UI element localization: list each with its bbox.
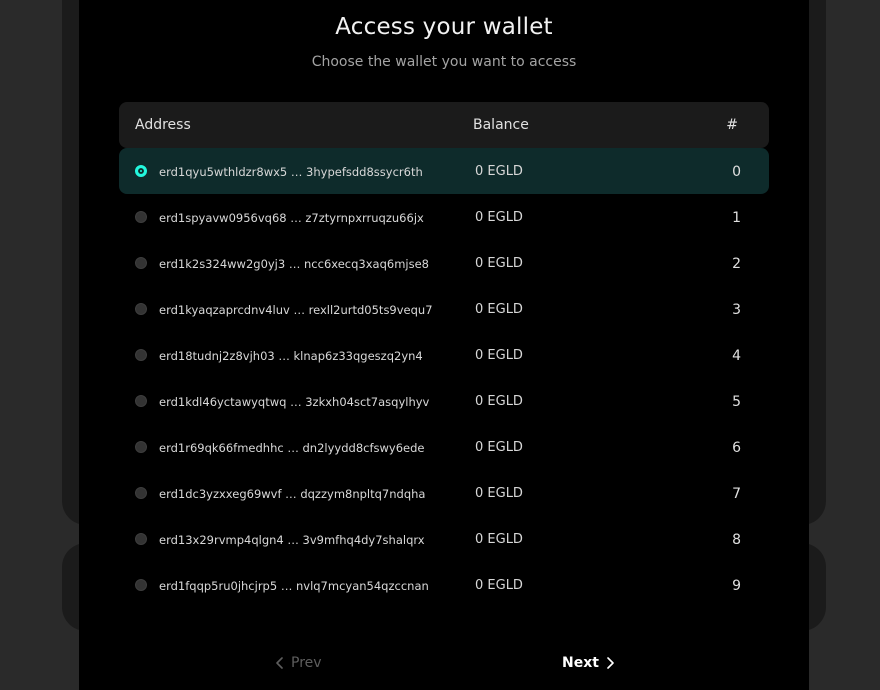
wallet-address: erd13x29rvmp4qlgn4 … 3v9mfhq4dy7shalqrx <box>159 533 425 547</box>
next-page-label: Next <box>562 655 599 671</box>
radio-button[interactable] <box>135 303 147 315</box>
wallet-index: 7 <box>732 486 741 502</box>
prev-page-label: Prev <box>291 655 322 671</box>
wallet-balance: 0 EGLD <box>475 486 523 501</box>
wallet-balance: 0 EGLD <box>475 394 523 409</box>
next-page-button[interactable]: Next <box>562 655 615 671</box>
wallet-address: erd1kyaqzaprcdnv4luv … rexll2urtd05ts9ve… <box>159 303 433 317</box>
wallet-address: erd1qyu5wthldzr8wx5 … 3hypefsdd8ssycr6th <box>159 165 423 179</box>
modal-title: Access your wallet <box>335 14 553 40</box>
column-header-address: Address <box>135 117 191 133</box>
radio-button[interactable] <box>135 533 147 545</box>
wallet-balance: 0 EGLD <box>475 210 523 225</box>
wallet-balance: 0 EGLD <box>475 578 523 593</box>
wallet-row[interactable]: erd1qyu5wthldzr8wx5 … 3hypefsdd8ssycr6th… <box>119 148 769 194</box>
wallet-balance: 0 EGLD <box>475 164 523 179</box>
wallet-row[interactable]: erd1kyaqzaprcdnv4luv … rexll2urtd05ts9ve… <box>119 286 769 332</box>
wallet-index: 0 <box>732 164 741 180</box>
radio-button[interactable] <box>135 441 147 453</box>
wallet-address: erd18tudnj2z8vjh03 … klnap6z33qgeszq2yn4 <box>159 349 423 363</box>
prev-page-button[interactable]: Prev <box>275 655 322 671</box>
column-header-balance: Balance <box>473 117 529 133</box>
wallet-balance: 0 EGLD <box>475 532 523 547</box>
wallet-balance: 0 EGLD <box>475 256 523 271</box>
wallet-index: 8 <box>732 532 741 548</box>
wallet-row[interactable]: erd13x29rvmp4qlgn4 … 3v9mfhq4dy7shalqrx … <box>119 516 769 562</box>
radio-button[interactable] <box>135 395 147 407</box>
wallet-index: 9 <box>732 578 741 594</box>
chevron-right-icon <box>607 657 614 669</box>
wallet-index: 1 <box>732 210 741 226</box>
access-wallet-modal: Access your wallet Choose the wallet you… <box>79 0 809 690</box>
radio-button[interactable] <box>135 165 147 177</box>
wallet-index: 5 <box>732 394 741 410</box>
wallet-address-list: erd1qyu5wthldzr8wx5 … 3hypefsdd8ssycr6th… <box>119 148 769 608</box>
wallet-balance: 0 EGLD <box>475 302 523 317</box>
modal-subtitle: Choose the wallet you want to access <box>311 54 577 70</box>
chevron-left-icon <box>276 657 283 669</box>
wallet-index: 6 <box>732 440 741 456</box>
table-header: Address Balance # <box>119 102 769 148</box>
radio-button[interactable] <box>135 349 147 361</box>
wallet-address: erd1dc3yzxxeg69wvf … dqzzym8npltq7ndqha <box>159 487 426 501</box>
wallet-index: 4 <box>732 348 741 364</box>
wallet-address: erd1spyavw0956vq68 … z7ztyrnpxrruqzu66jx <box>159 211 424 225</box>
wallet-row[interactable]: erd18tudnj2z8vjh03 … klnap6z33qgeszq2yn4… <box>119 332 769 378</box>
wallet-address: erd1r69qk66fmedhhc … dn2lyydd8cfswy6ede <box>159 441 425 455</box>
wallet-row[interactable]: erd1r69qk66fmedhhc … dn2lyydd8cfswy6ede … <box>119 424 769 470</box>
wallet-row[interactable]: erd1kdl46yctawyqtwq … 3zkxh04sct7asqylhy… <box>119 378 769 424</box>
radio-button[interactable] <box>135 211 147 223</box>
wallet-row[interactable]: erd1k2s324ww2g0yj3 … ncc6xecq3xaq6mjse8 … <box>119 240 769 286</box>
wallet-address: erd1fqqp5ru0jhcjrp5 … nvlq7mcyan54qzccna… <box>159 579 429 593</box>
radio-button[interactable] <box>135 487 147 499</box>
wallet-row[interactable]: erd1spyavw0956vq68 … z7ztyrnpxrruqzu66jx… <box>119 194 769 240</box>
wallet-row[interactable]: erd1fqqp5ru0jhcjrp5 … nvlq7mcyan54qzccna… <box>119 562 769 608</box>
radio-button[interactable] <box>135 257 147 269</box>
wallet-balance: 0 EGLD <box>475 348 523 363</box>
wallet-address: erd1k2s324ww2g0yj3 … ncc6xecq3xaq6mjse8 <box>159 257 429 271</box>
wallet-row[interactable]: erd1dc3yzxxeg69wvf … dqzzym8npltq7ndqha … <box>119 470 769 516</box>
wallet-balance: 0 EGLD <box>475 440 523 455</box>
wallet-index: 3 <box>732 302 741 318</box>
wallet-index: 2 <box>732 256 741 272</box>
radio-button[interactable] <box>135 579 147 591</box>
wallet-address: erd1kdl46yctawyqtwq … 3zkxh04sct7asqylhy… <box>159 395 430 409</box>
column-header-index: # <box>726 117 738 133</box>
